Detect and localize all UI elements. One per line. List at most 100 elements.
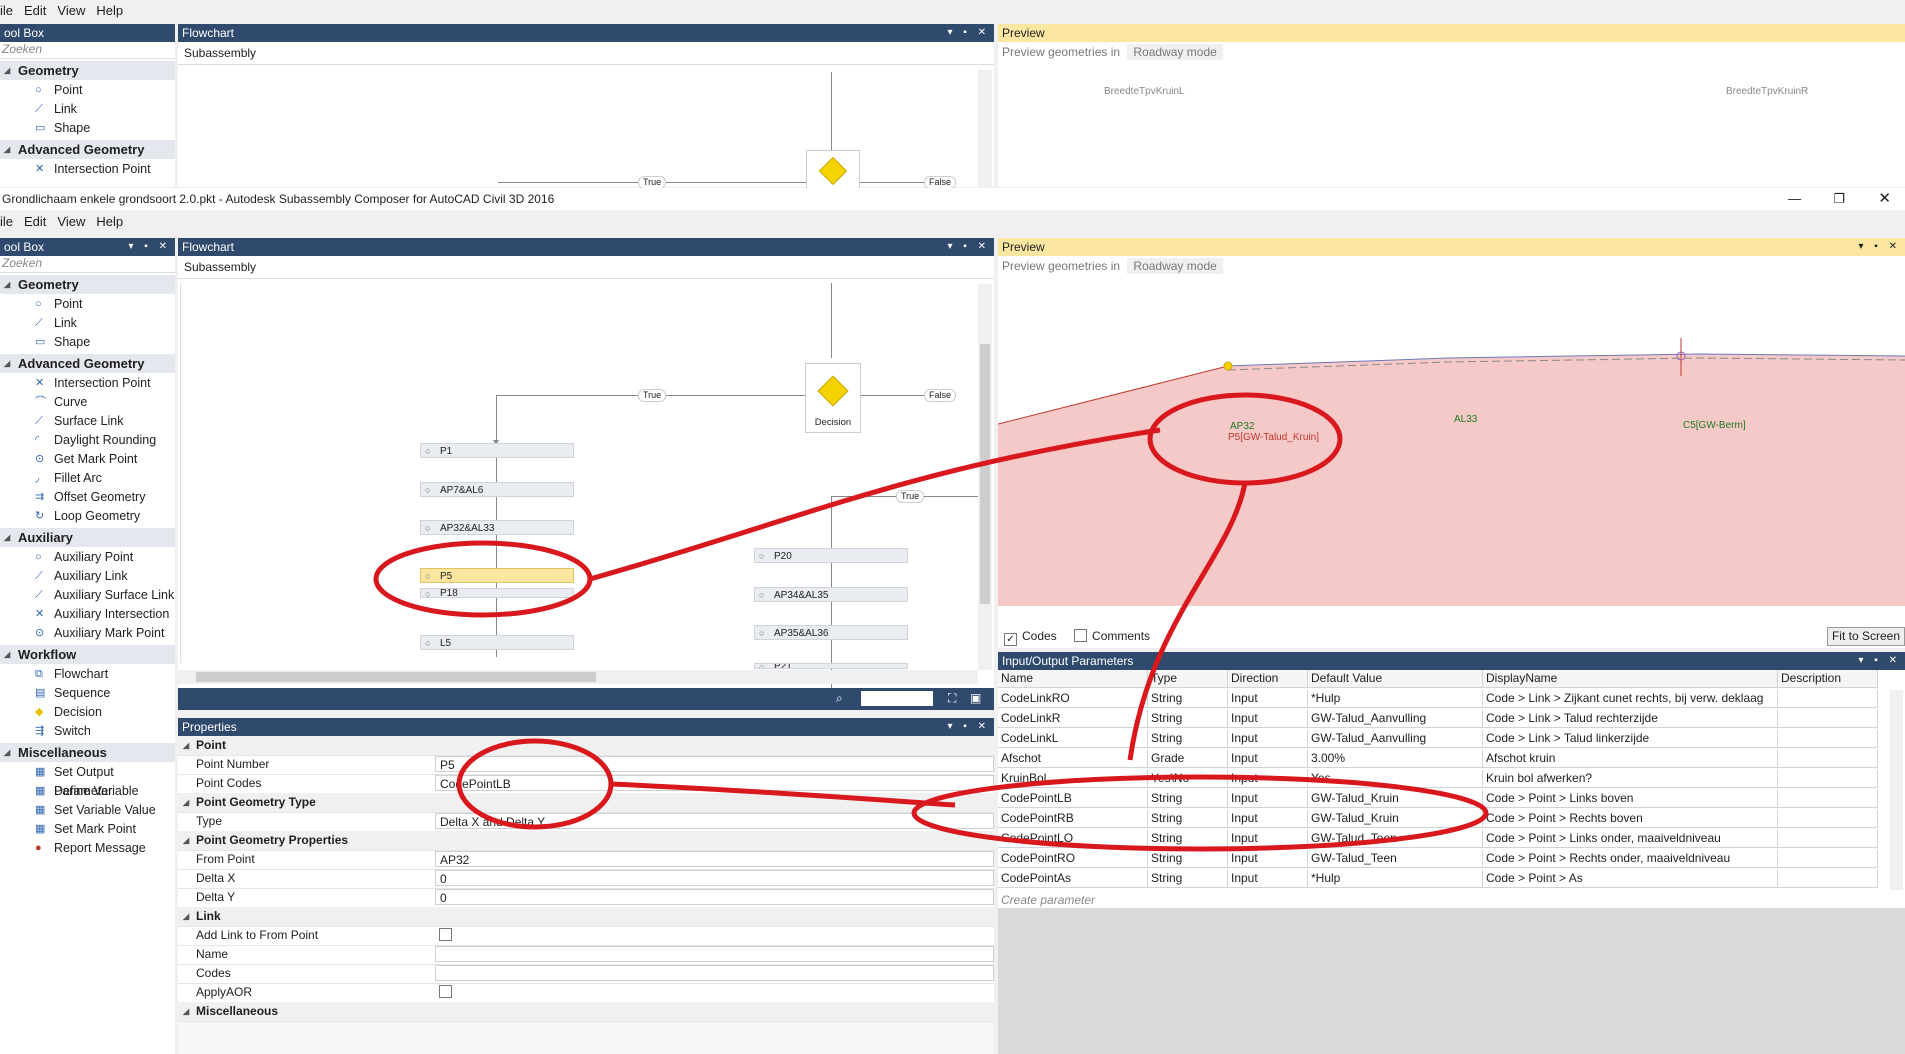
io-row[interactable]: CodePointAs String Input *Hulp Code > Point … bbox=[998, 870, 1878, 888]
menu-view[interactable]: View bbox=[57, 3, 85, 18]
flowchart-vscrollbar[interactable] bbox=[978, 284, 992, 670]
tool-get-mark-point[interactable]: ⊙ Get Mark Point bbox=[0, 450, 175, 469]
main-menu-help[interactable]: Help bbox=[96, 214, 123, 229]
tool-auxiliary-intersection[interactable]: ✕ Auxiliary Intersection bbox=[0, 605, 175, 624]
menu-help[interactable]: Help bbox=[96, 3, 123, 18]
tool-set-output-parameter[interactable]: ▦ Set Output Parameter bbox=[0, 763, 175, 798]
io-row[interactable]: CodeLinkR String Input GW-Talud_Aanvulling C… bbox=[998, 710, 1878, 728]
flowchart-breadcrumb[interactable]: Subassembly bbox=[178, 256, 994, 279]
io-row[interactable]: CodePointLO String Input GW-Talud_Teen Code … bbox=[998, 830, 1878, 848]
tool-offset-geometry[interactable]: ⇉ Offset Geometry bbox=[0, 488, 175, 507]
background-cat-advanced[interactable]: Advanced Geometry bbox=[0, 140, 175, 159]
io-row[interactable]: KruinBol Yes\No Input Yes Kruin bol afwerken… bbox=[998, 770, 1878, 788]
zoom-select[interactable] bbox=[861, 691, 933, 706]
fit-icon[interactable]: ⛶ bbox=[948, 691, 956, 706]
tool-auxiliary-point[interactable]: ○ Auxiliary Point bbox=[0, 548, 175, 567]
tool-point[interactable]: ○ Point bbox=[0, 295, 175, 314]
preview-mode-select[interactable]: Roadway mode bbox=[1127, 258, 1223, 274]
flow-node-ap34-al35[interactable]: AP34&AL35 bbox=[754, 587, 908, 603]
flow-node-ap32-al33[interactable]: AP32&AL33 bbox=[420, 520, 574, 536]
main-menu-edit[interactable]: Edit bbox=[24, 214, 46, 229]
background-cat-geometry[interactable]: Geometry bbox=[0, 61, 175, 80]
property-value[interactable]: P5 bbox=[435, 756, 994, 772]
background-toolbox-search[interactable]: Zoeken bbox=[0, 42, 175, 59]
io-row[interactable]: CodePointLB String Input GW-Talud_Kruin Code… bbox=[998, 790, 1878, 808]
background-tool-intersection[interactable]: ✕ Intersection Point bbox=[0, 160, 175, 179]
io-vscrollbar[interactable] bbox=[1890, 690, 1903, 890]
tool-define-variable[interactable]: ▦ Define Variable bbox=[0, 782, 175, 801]
property-group[interactable]: Point bbox=[178, 736, 994, 756]
toolbox-search-input[interactable]: Zoeken bbox=[0, 256, 175, 273]
tool-sequence[interactable]: ▤ Sequence bbox=[0, 684, 175, 703]
toolbox-category-advanced-geometry[interactable]: Advanced Geometry bbox=[0, 354, 175, 373]
flowchart-hscrollbar[interactable] bbox=[178, 670, 978, 684]
tool-auxiliary-link[interactable]: ⟋ Auxiliary Link bbox=[0, 567, 175, 586]
fit-to-screen-button[interactable]: Fit to Screen bbox=[1826, 627, 1905, 646]
flow-node-p18[interactable]: P18 bbox=[420, 588, 574, 598]
main-menu-view[interactable]: View bbox=[57, 214, 85, 229]
property-value[interactable] bbox=[435, 965, 994, 981]
tool-switch[interactable]: ⇶ Switch bbox=[0, 722, 175, 741]
tool-auxiliary-surface-link[interactable]: ⟋ Auxiliary Surface Link bbox=[0, 586, 175, 605]
tool-link[interactable]: ⟋ Link bbox=[0, 314, 175, 333]
create-parameter-input[interactable]: Create parameter bbox=[1001, 893, 1095, 907]
io-row[interactable]: CodeLinkL String Input GW-Talud_Aanvulling C… bbox=[998, 730, 1878, 748]
property-group[interactable]: Link bbox=[178, 907, 994, 927]
tool-loop-geometry[interactable]: ↻ Loop Geometry bbox=[0, 507, 175, 526]
comments-checkbox[interactable]: Comments bbox=[1060, 629, 1150, 643]
flow-node-p5[interactable]: P5 bbox=[420, 568, 574, 584]
flow-node-p1[interactable]: P1 bbox=[420, 443, 574, 459]
tool-decision[interactable]: ◆ Decision bbox=[0, 703, 175, 722]
toolbox-category-workflow[interactable]: Workflow bbox=[0, 645, 175, 664]
tool-set-variable-value[interactable]: ▦ Set Variable Value bbox=[0, 801, 175, 820]
background-tool-point[interactable]: ○ Point bbox=[0, 81, 175, 100]
property-value[interactable]: 0 bbox=[435, 870, 994, 886]
property-group[interactable]: Miscellaneous bbox=[178, 1002, 994, 1022]
main-menu-file[interactable]: ile bbox=[0, 214, 13, 229]
io-row[interactable]: CodeLinkRO String Input *Hulp Code > Link > … bbox=[998, 690, 1878, 708]
background-decision-node[interactable] bbox=[806, 150, 860, 192]
tool-shape[interactable]: ▭ Shape bbox=[0, 333, 175, 352]
overview-icon[interactable]: ▣ bbox=[970, 691, 981, 705]
tool-set-mark-point[interactable]: ▦ Set Mark Point bbox=[0, 820, 175, 839]
flow-node-l5[interactable]: L5 bbox=[420, 635, 574, 651]
tool-daylight-rounding[interactable]: ◜ Daylight Rounding bbox=[0, 431, 175, 450]
preview-canvas[interactable] bbox=[998, 276, 1905, 606]
search-icon[interactable]: ⌕ bbox=[836, 691, 843, 706]
io-row[interactable]: Afschot Grade Input 3.00% Afschot kruin bbox=[998, 750, 1878, 768]
property-value[interactable]: CodePointLB bbox=[435, 775, 994, 791]
tool-flowchart[interactable]: ⧉ Flowchart bbox=[0, 665, 175, 684]
property-value[interactable] bbox=[435, 984, 994, 1000]
menu-file[interactable]: ile bbox=[0, 3, 13, 18]
property-checkbox[interactable] bbox=[439, 928, 452, 941]
toolbox-category-geometry[interactable]: Geometry bbox=[0, 275, 175, 294]
tool-surface-link[interactable]: ⟋ Surface Link bbox=[0, 412, 175, 431]
io-row[interactable]: CodePointRO String Input GW-Talud_Teen Code … bbox=[998, 850, 1878, 868]
tool-intersection-point[interactable]: ✕ Intersection Point bbox=[0, 374, 175, 393]
background-tool-link[interactable]: ⟋ Link bbox=[0, 100, 175, 119]
decision-node[interactable]: Decision bbox=[805, 363, 861, 433]
tool-auxiliary-mark-point[interactable]: ⊙ Auxiliary Mark Point bbox=[0, 624, 175, 643]
property-group[interactable]: Point Geometry Properties bbox=[178, 831, 994, 851]
menu-edit[interactable]: Edit bbox=[24, 3, 46, 18]
tool-curve[interactable]: ⌒ Curve bbox=[0, 393, 175, 412]
background-tool-shape[interactable]: ▭ Shape bbox=[0, 119, 175, 138]
toolbox-category-auxiliary[interactable]: Auxiliary bbox=[0, 528, 175, 547]
codes-checkbox[interactable]: ✓ Codes bbox=[998, 629, 1057, 646]
property-value[interactable]: Delta X and Delta Y bbox=[435, 813, 994, 829]
flow-node-p21[interactable]: P21 bbox=[754, 663, 908, 669]
flow-node-p20[interactable]: P20 bbox=[754, 548, 908, 564]
tool-report-message[interactable]: ● Report Message bbox=[0, 839, 175, 858]
toolbox-category-miscellaneous[interactable]: Miscellaneous bbox=[0, 743, 175, 762]
restore-button[interactable]: ❐ bbox=[1833, 188, 1845, 210]
tool-fillet-arc[interactable]: ◞ Fillet Arc bbox=[0, 469, 175, 488]
property-group[interactable]: Point Geometry Type bbox=[178, 793, 994, 813]
property-value[interactable] bbox=[435, 927, 994, 943]
flow-node-ap7-al6[interactable]: AP7&AL6 bbox=[420, 482, 574, 498]
io-row[interactable]: CodePointRB String Input GW-Talud_Kruin Code… bbox=[998, 810, 1878, 828]
property-value[interactable]: 0 bbox=[435, 889, 994, 905]
property-checkbox[interactable] bbox=[439, 985, 452, 998]
property-value[interactable]: AP32 bbox=[435, 851, 994, 867]
flow-node-ap35-al36[interactable]: AP35&AL36 bbox=[754, 625, 908, 641]
close-window-button[interactable]: ✕ bbox=[1878, 188, 1891, 210]
